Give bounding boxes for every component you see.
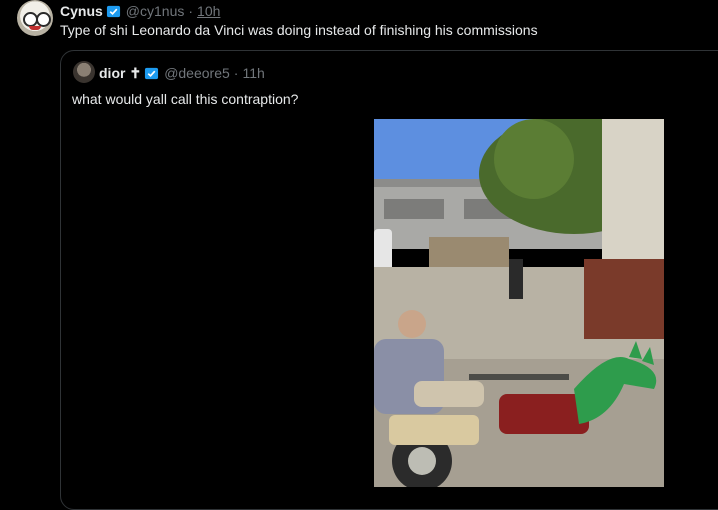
verified-badge-icon xyxy=(145,67,159,79)
avatar-eye xyxy=(36,12,51,27)
quoted-author-name[interactable]: dior xyxy=(99,65,125,81)
tweet-header: Cynus @cy1nus · 10h xyxy=(60,2,220,20)
tweet: Cynus @cy1nus · 10h Type of shi Leonardo… xyxy=(0,0,718,510)
verified-badge-icon xyxy=(106,5,120,17)
quoted-author-avatar[interactable] xyxy=(73,61,95,83)
author-handle[interactable]: @cy1nus xyxy=(126,3,185,19)
video-frame-image xyxy=(374,119,664,487)
quoted-tweet-header: dior ✝ @deeore5 · 11h xyxy=(99,64,265,82)
quoted-tweet-text: what would yall call this contraption? xyxy=(72,91,299,107)
video-media[interactable] xyxy=(374,119,664,487)
tweet-timestamp[interactable]: 10h xyxy=(197,3,220,19)
author-name[interactable]: Cynus xyxy=(60,3,103,19)
quoted-author-handle[interactable]: @deeore5 xyxy=(164,65,230,81)
tweet-text: Type of shi Leonardo da Vinci was doing … xyxy=(60,22,538,38)
meta-separator: · xyxy=(233,65,239,81)
quoted-tweet-timestamp[interactable]: 11h xyxy=(242,65,264,81)
cross-icon: ✝ xyxy=(129,64,142,81)
quoted-tweet[interactable]: dior ✝ @deeore5 · 11h what would yall ca… xyxy=(60,50,718,510)
meta-separator: · xyxy=(188,3,194,19)
avatar-mouth xyxy=(29,26,41,30)
author-avatar[interactable] xyxy=(17,0,53,36)
